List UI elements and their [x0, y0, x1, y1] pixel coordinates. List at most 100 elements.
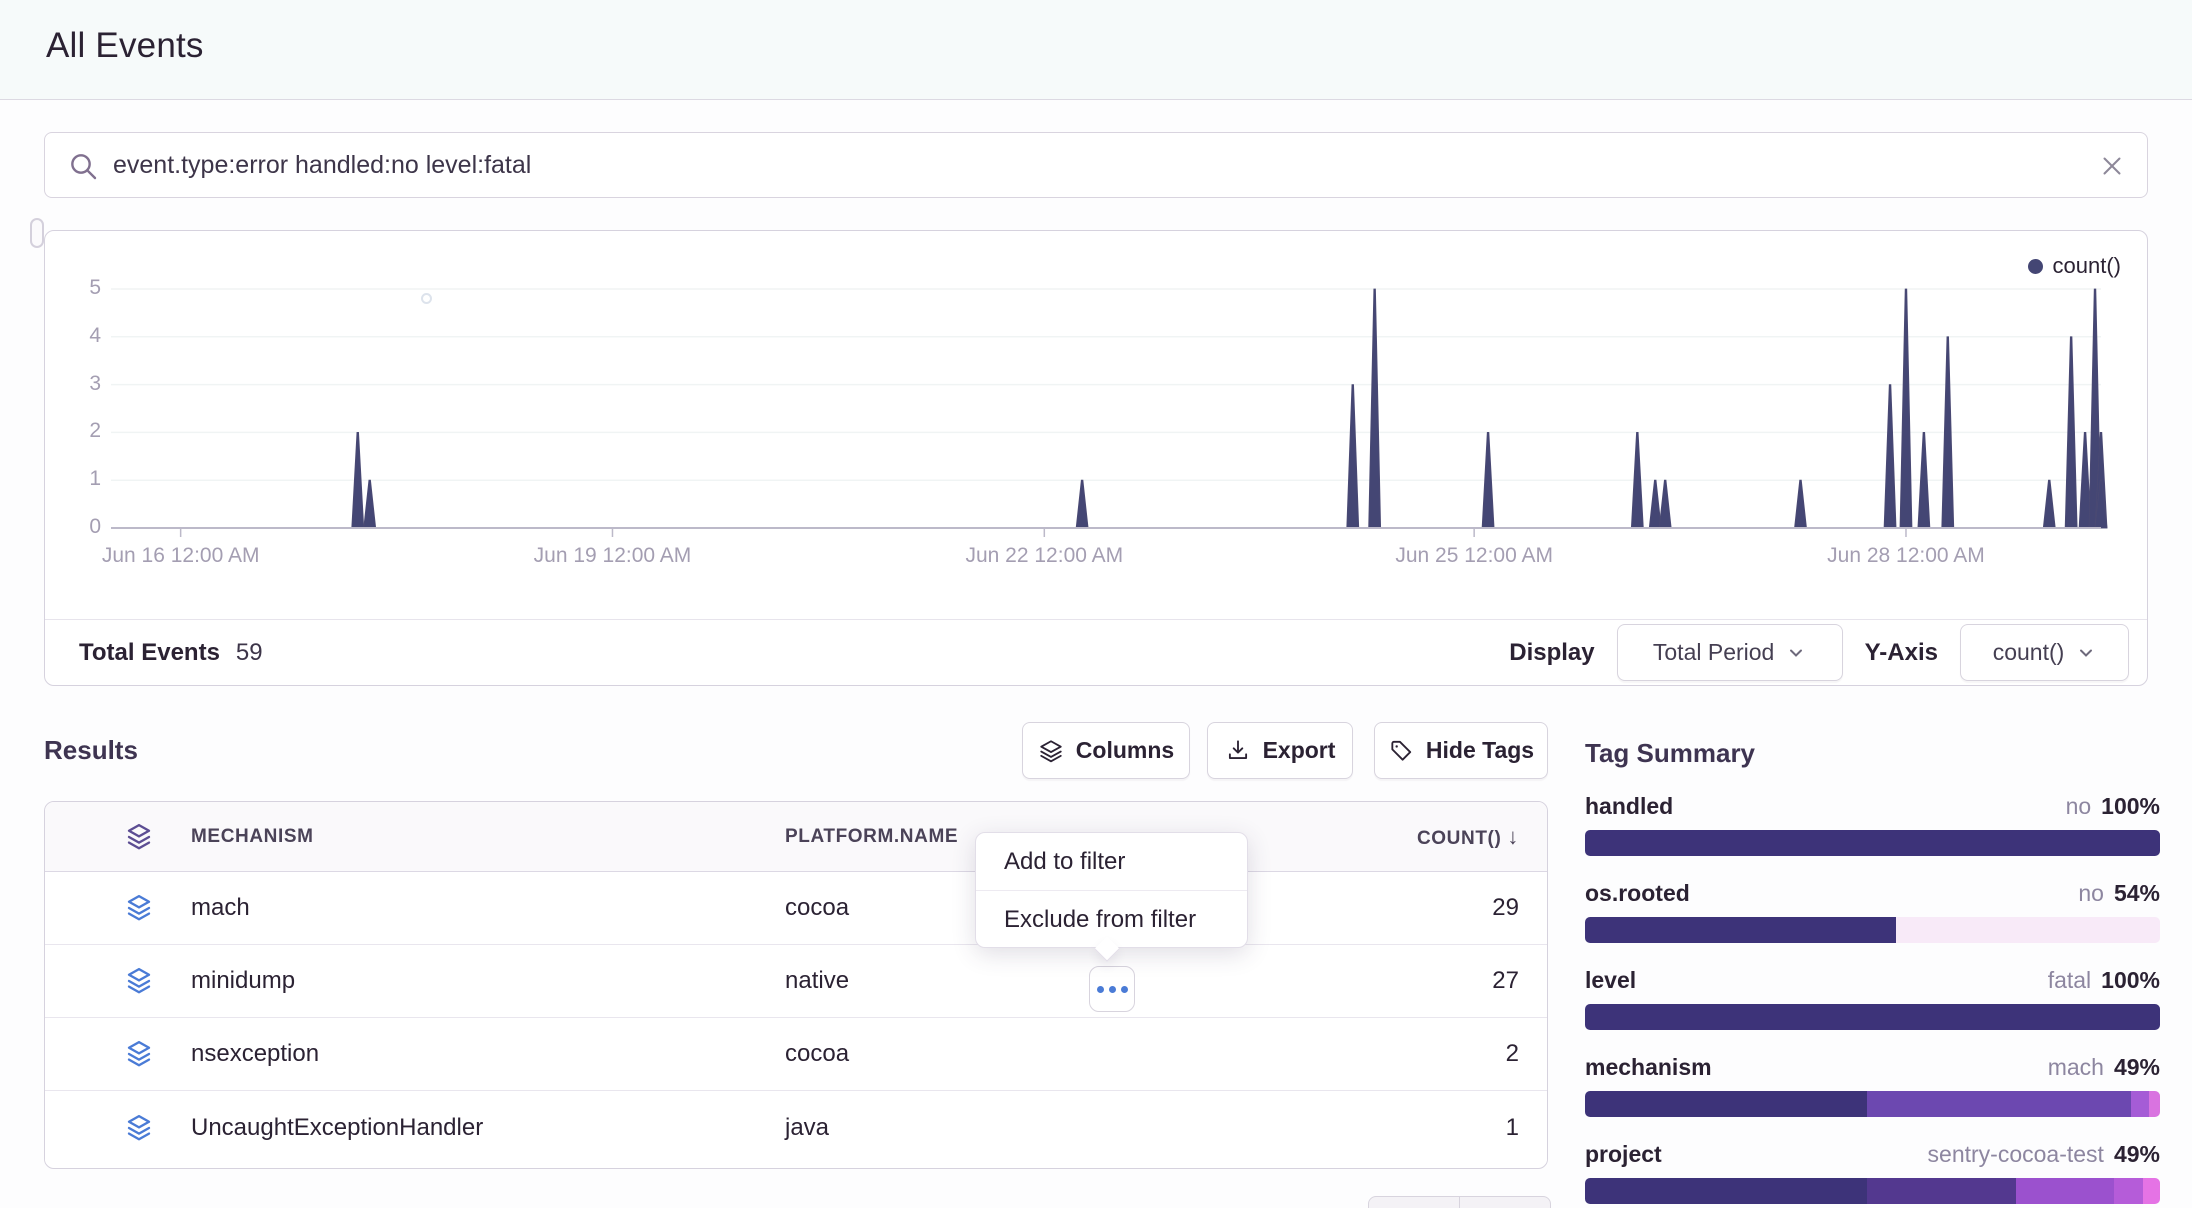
previous-page-button[interactable]	[1368, 1196, 1460, 1208]
page-header: All Events	[0, 0, 2192, 100]
tag-bar[interactable]	[1585, 1091, 2160, 1117]
x-axis-tick: Jun 16 12:00 AM	[71, 544, 291, 568]
close-icon[interactable]	[2091, 145, 2133, 187]
x-axis-tick: Jun 25 12:00 AM	[1364, 544, 1584, 568]
download-icon	[1225, 738, 1251, 764]
tag-bar[interactable]	[1585, 830, 2160, 856]
tag-bar-segment[interactable]	[1585, 1091, 1867, 1117]
row-stack-icon	[121, 966, 157, 996]
columns-button-label: Columns	[1076, 737, 1174, 764]
page-title: All Events	[46, 26, 204, 66]
tag-percent: 49%	[2114, 1054, 2160, 1081]
tag-percent: 100%	[2101, 793, 2160, 820]
cell-count[interactable]: 2	[1506, 1040, 1519, 1068]
tag-top-value: no	[2066, 793, 2092, 820]
count-header-label: COUNT()	[1417, 828, 1501, 849]
drag-handle-icon[interactable]	[30, 218, 44, 248]
events-chart-panel: count() 012345 Jun 16 12:00 AMJun 19 12:…	[44, 230, 2148, 686]
tag-bar-segment[interactable]	[2149, 1091, 2161, 1117]
cell-count[interactable]: 27	[1492, 967, 1519, 995]
table-row[interactable]: UncaughtExceptionHandler java 1	[45, 1091, 1547, 1164]
column-header-count[interactable]: COUNT()↓	[1417, 824, 1519, 850]
all-events-page: All Events count() 012345 Jun 16 12:00 A…	[0, 0, 2192, 1208]
tag-bar-segment[interactable]	[1867, 1091, 2132, 1117]
tag-summary-items: handled no 100% os.rooted no 54% level f…	[1585, 793, 2160, 1204]
cell-platform[interactable]: cocoa	[785, 894, 849, 922]
tag-bar-segment[interactable]	[1585, 917, 1896, 943]
layers-icon	[124, 893, 154, 923]
table-body: mach cocoa 29 minidump native 27 nsexcep…	[45, 872, 1547, 1164]
cell-actions-button[interactable]	[1089, 966, 1135, 1012]
cell-mechanism[interactable]: UncaughtExceptionHandler	[191, 1114, 483, 1142]
tag-summary-item: level fatal 100%	[1585, 967, 2160, 1030]
tag-bar-segment[interactable]	[2143, 1178, 2160, 1204]
menu-item-exclude-from-filter[interactable]: Exclude from filter	[976, 890, 1247, 947]
tag-bar-segment[interactable]	[1896, 917, 2161, 943]
tag-summary-heading: Tag Summary	[1585, 738, 2160, 769]
tag-icon	[1388, 738, 1414, 764]
tag-bar-segment[interactable]	[1585, 1004, 2160, 1030]
y-axis-tick: 5	[59, 276, 101, 300]
y-axis-tick: 2	[59, 419, 101, 443]
search-bar[interactable]	[44, 132, 2148, 198]
tag-bar[interactable]	[1585, 1178, 2160, 1204]
cell-count[interactable]: 29	[1492, 894, 1519, 922]
display-dropdown-value: Total Period	[1653, 639, 1774, 666]
y-axis-tick: 1	[59, 467, 101, 491]
cell-count[interactable]: 1	[1506, 1114, 1519, 1142]
tag-bar[interactable]	[1585, 917, 2160, 943]
table-row[interactable]: minidump native 27	[45, 945, 1547, 1018]
x-axis-tick: Jun 19 12:00 AM	[502, 544, 722, 568]
hide-tags-button-label: Hide Tags	[1426, 737, 1534, 764]
yaxis-dropdown[interactable]: count()	[1960, 624, 2129, 681]
pagination-buttons[interactable]	[1368, 1196, 1551, 1208]
table-row[interactable]: mach cocoa 29	[45, 872, 1547, 945]
yaxis-label: Y-Axis	[1865, 639, 1938, 667]
chart-legend[interactable]: count()	[2028, 253, 2121, 279]
row-stack-icon	[121, 1039, 157, 1069]
tag-name: os.rooted	[1585, 880, 1690, 907]
tag-bar[interactable]	[1585, 1004, 2160, 1030]
cell-mechanism[interactable]: nsexception	[191, 1040, 319, 1068]
display-dropdown[interactable]: Total Period	[1617, 624, 1843, 681]
total-events-label: Total Events	[79, 639, 220, 667]
table-header-row: MECHANISM PLATFORM.NAME COUNT()↓	[45, 802, 1547, 872]
export-button[interactable]: Export	[1207, 722, 1353, 779]
tag-name: mechanism	[1585, 1054, 1712, 1081]
menu-item-add-to-filter[interactable]: Add to filter	[976, 833, 1247, 890]
next-page-button[interactable]	[1460, 1196, 1551, 1208]
stack-column-icon	[121, 822, 157, 852]
tag-bar-segment[interactable]	[2131, 1091, 2148, 1117]
tag-bar-segment[interactable]	[2016, 1178, 2114, 1204]
table-row[interactable]: nsexception cocoa 2	[45, 1018, 1547, 1091]
column-header-mechanism[interactable]: MECHANISM	[191, 826, 314, 848]
tag-summary-item: mechanism mach 49%	[1585, 1054, 2160, 1117]
cell-mechanism[interactable]: mach	[191, 894, 250, 922]
cell-platform[interactable]: native	[785, 967, 849, 995]
row-stack-icon	[121, 893, 157, 923]
cell-platform[interactable]: cocoa	[785, 1040, 849, 1068]
hide-tags-button[interactable]: Hide Tags	[1374, 722, 1548, 779]
tag-percent: 54%	[2114, 880, 2160, 907]
cell-platform[interactable]: java	[785, 1114, 829, 1142]
tag-bar-segment[interactable]	[1867, 1178, 2017, 1204]
layers-icon	[124, 1039, 154, 1069]
tag-bar-segment[interactable]	[1585, 830, 2160, 856]
search-input[interactable]	[113, 133, 2073, 197]
x-axis-tick: Jun 22 12:00 AM	[934, 544, 1154, 568]
tag-summary-panel: Tag Summary handled no 100% os.rooted no…	[1585, 738, 2160, 1208]
tag-bar-segment[interactable]	[1585, 1178, 1867, 1204]
column-header-platform[interactable]: PLATFORM.NAME	[785, 826, 958, 848]
events-spike-chart[interactable]	[111, 281, 2111, 543]
total-events-value: 59	[236, 639, 263, 667]
chevron-down-icon	[1786, 643, 1806, 663]
tag-name: project	[1585, 1141, 1662, 1168]
cell-mechanism[interactable]: minidump	[191, 967, 295, 995]
legend-dot-icon	[2028, 259, 2043, 274]
tag-summary-item: handled no 100%	[1585, 793, 2160, 856]
tag-summary-item: project sentry-cocoa-test 49%	[1585, 1141, 2160, 1204]
tag-top-value: no	[2078, 880, 2104, 907]
tag-name: level	[1585, 967, 1636, 994]
columns-button[interactable]: Columns	[1022, 722, 1190, 779]
tag-bar-segment[interactable]	[2114, 1178, 2143, 1204]
